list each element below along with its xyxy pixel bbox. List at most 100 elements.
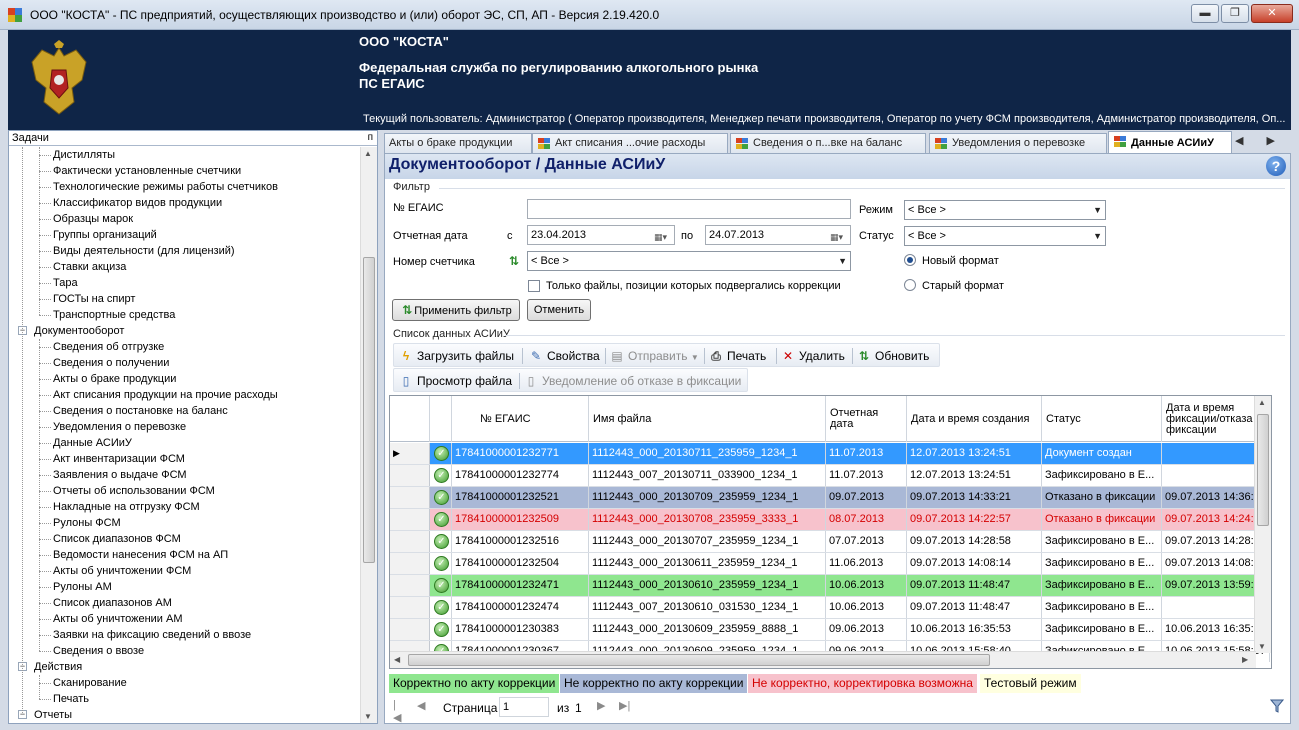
column-header[interactable]: Отчетная дата — [826, 396, 907, 442]
scroll-up-icon[interactable]: ▲ — [364, 149, 372, 158]
tree-item[interactable]: Рулоны АМ — [39, 579, 112, 595]
counter-select[interactable]: < Все > ▼ — [527, 251, 851, 271]
grid-vertical-scrollbar[interactable]: ▲ ▼ — [1254, 396, 1271, 653]
tree-item[interactable]: Группы организаций — [39, 227, 157, 243]
prev-page-icon[interactable]: ◀ — [417, 699, 425, 712]
tree-item[interactable]: Образцы марок — [38, 211, 133, 227]
view-file-button[interactable]: ▯ Просмотр файла — [398, 372, 512, 390]
scroll-down-icon[interactable]: ▼ — [1258, 642, 1266, 651]
row-header[interactable] — [390, 465, 430, 486]
print-button[interactable]: ⎙ Печать — [708, 347, 766, 365]
tree-item[interactable]: Акты об уничтожении ФСМ — [38, 563, 191, 579]
row-header[interactable]: ▶ — [390, 443, 430, 464]
delete-button[interactable]: ✕ Удалить — [780, 347, 845, 365]
tree-item[interactable]: Рулоны ФСМ — [39, 515, 121, 531]
tree-item[interactable]: Акт инвентаризации ФСМ — [39, 451, 185, 467]
tree-group-actions[interactable]: Действия — [34, 659, 82, 675]
row-header[interactable] — [390, 619, 430, 640]
help-icon[interactable]: ? — [1266, 156, 1286, 176]
tree-item[interactable]: Тара — [39, 275, 78, 291]
column-header[interactable]: Имя файла — [589, 396, 826, 442]
table-row[interactable]: ✓ 17841000001232504 1112443_000_20130611_2… — [390, 553, 1270, 575]
grid-hscroll-thumb[interactable] — [408, 654, 990, 666]
date-from-input[interactable]: 23.04.2013 ▦▾ — [527, 225, 675, 245]
row-header[interactable] — [390, 597, 430, 618]
calendar-icon[interactable]: ▦▾ — [654, 228, 672, 242]
close-button[interactable]: ✕ — [1251, 4, 1293, 23]
calendar-icon[interactable]: ▦▾ — [830, 228, 848, 242]
tree-item[interactable]: Дистилляты — [38, 147, 115, 163]
tree-item[interactable]: Ставки акциза — [38, 259, 126, 275]
tree-item[interactable]: Накладные на отгрузку ФСМ — [39, 499, 200, 515]
tree-item[interactable]: ГОСТы на спирт — [38, 291, 135, 307]
tree-scroll-thumb[interactable] — [363, 257, 375, 563]
tree-item[interactable]: Уведомления о перевозке — [38, 419, 186, 435]
tree-item[interactable]: Сведения о ввозе — [38, 643, 144, 659]
table-row[interactable]: ✓ 17841000001232474 1112443_007_20130610_0… — [390, 597, 1270, 619]
table-row[interactable]: ✓ 17841000001232774 1112443_007_20130711_0… — [390, 465, 1270, 487]
table-row[interactable]: ✓ 17841000001230383 1112443_000_20130609_2… — [390, 619, 1270, 641]
properties-button[interactable]: ✎ Свойства — [528, 347, 600, 365]
egais-input[interactable] — [527, 199, 851, 219]
new-format-radio[interactable] — [904, 254, 916, 266]
scroll-left-icon[interactable]: ◀ — [394, 655, 400, 664]
tab-0[interactable]: Акты о браке продукции — [384, 133, 532, 153]
tree-group-docflow[interactable]: Документооборот — [34, 323, 124, 339]
grid-vscroll-thumb[interactable] — [1257, 414, 1269, 526]
tree-scrollbar[interactable]: ▲ ▼ — [360, 147, 377, 723]
table-row[interactable]: ✓ 17841000001232471 1112443_000_20130610_2… — [390, 575, 1270, 597]
refresh-counter-icon[interactable]: ⇅ — [509, 254, 523, 268]
tree-item[interactable]: Заявления о выдаче ФСМ — [39, 467, 187, 483]
tree-group-reports[interactable]: Отчеты — [34, 707, 72, 723]
tree-item[interactable]: Сведения о получении — [38, 355, 169, 371]
column-header[interactable]: № ЕГАИС — [452, 396, 589, 442]
tab-1[interactable]: Акт списания ...очие расходы — [532, 133, 728, 153]
tree-item[interactable]: Акты о браке продукции — [38, 371, 176, 387]
tree-item[interactable]: Печать — [38, 691, 89, 707]
tab-3[interactable]: Уведомления о перевозке — [929, 133, 1107, 153]
refresh-button[interactable]: ⇅ Обновить — [856, 347, 929, 365]
tab-4[interactable]: Данные АСИиУ — [1108, 131, 1232, 154]
tree-item[interactable]: Данные АСИиУ — [39, 435, 132, 451]
tree-item[interactable]: Сведения об отгрузке — [38, 339, 164, 355]
minimize-button[interactable]: ▬ — [1191, 4, 1219, 23]
tree-item[interactable]: Отчеты об использовании ФСМ — [39, 483, 215, 499]
refuse-notice-button[interactable]: ▯ Уведомление об отказе в фиксации — [523, 372, 742, 390]
row-header[interactable] — [390, 509, 430, 530]
cancel-filter-button[interactable]: Отменить — [527, 299, 591, 321]
tree-item[interactable]: Транспортные средства — [38, 307, 175, 323]
apply-filter-button[interactable]: ⇅ Применить фильтр — [392, 299, 520, 321]
tree-item[interactable]: Акт списания продукции на прочие расходы — [39, 387, 278, 403]
tree-item[interactable]: Заявки на фиксацию сведений о ввозе — [38, 627, 251, 643]
table-row[interactable]: ✓ 17841000001232509 1112443_000_20130708_2… — [390, 509, 1270, 531]
scroll-up-icon[interactable]: ▲ — [1258, 398, 1266, 407]
tree-item[interactable]: Сканирование — [39, 675, 127, 691]
tree-item[interactable]: Технологические режимы работы счетчиков — [39, 179, 278, 195]
tree-item[interactable]: Список диапазонов АМ — [39, 595, 172, 611]
column-header[interactable]: Дата и время создания — [907, 396, 1042, 442]
tree-item[interactable]: Виды деятельности (для лицензий) — [39, 243, 235, 259]
table-row[interactable]: ▶ ✓ 17841000001232771 1112443_000_20130711_… — [390, 443, 1270, 465]
grid-horizontal-scrollbar[interactable]: ◀ ▶ — [390, 651, 1256, 668]
table-row[interactable]: ✓ 17841000001232521 1112443_000_20130709_2… — [390, 487, 1270, 509]
tree-item[interactable]: Ведомости нанесения ФСМ на АП — [38, 547, 228, 563]
first-page-icon[interactable]: |◀ — [393, 699, 401, 724]
column-header[interactable]: Статус — [1042, 396, 1162, 442]
send-button[interactable]: ▤ Отправить ▼ — [609, 347, 698, 365]
tab-2[interactable]: Сведения о п...вке на баланс — [730, 133, 926, 153]
row-header[interactable] — [390, 575, 430, 596]
tab-scroll-arrows[interactable]: ◀ ▶ — [1235, 134, 1285, 147]
mode-select[interactable]: < Все > ▼ — [904, 200, 1106, 220]
scroll-down-icon[interactable]: ▼ — [364, 712, 372, 721]
date-to-input[interactable]: 24.07.2013 ▦▾ — [705, 225, 851, 245]
tree-item[interactable]: Фактически установленные счетчики — [38, 163, 241, 179]
tree-item[interactable]: Сведения о постановке на баланс — [39, 403, 228, 419]
scroll-right-icon[interactable]: ▶ — [1242, 655, 1248, 664]
row-header[interactable] — [390, 531, 430, 552]
tree-item[interactable]: Акты об уничтожении АМ — [39, 611, 183, 627]
load-files-button[interactable]: ϟ Загрузить файлы — [398, 347, 514, 365]
row-header[interactable] — [390, 553, 430, 574]
only-corrected-checkbox[interactable] — [528, 280, 540, 292]
pin-icon[interactable]: ᴨ — [368, 131, 373, 145]
next-page-icon[interactable]: ▶ — [597, 699, 605, 712]
